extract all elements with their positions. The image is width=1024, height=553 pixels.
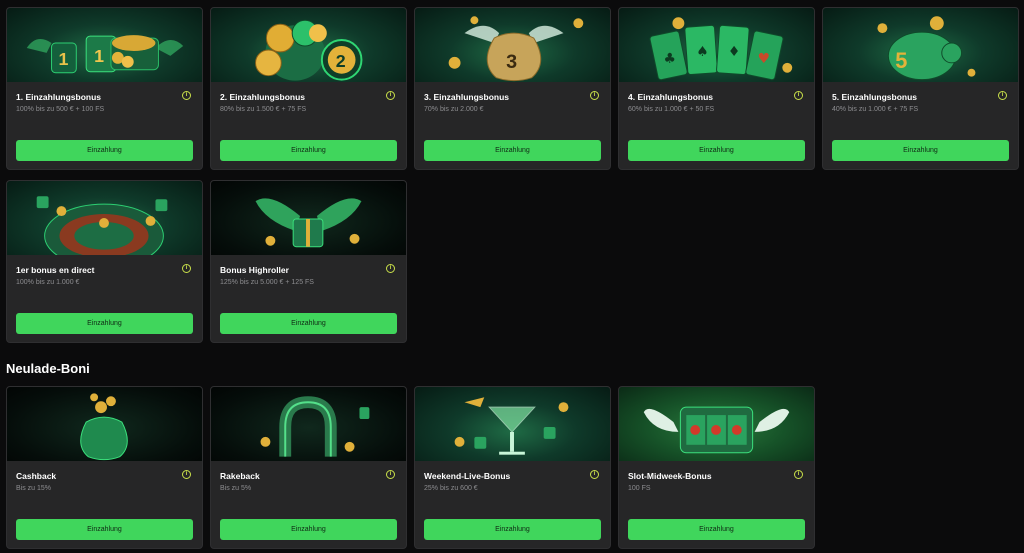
deposit-button[interactable]: Einzahlung — [220, 140, 397, 161]
svg-text:♣: ♣ — [664, 51, 676, 67]
bonus-card[interactable]: Cashback Bis zu 15% i Einzahlung — [6, 386, 203, 549]
chips-art: 2 — [211, 8, 406, 82]
bonus-card[interactable]: 5 5. Einzahlungsbonus 40% bis zu 1.000 €… — [822, 7, 1019, 170]
deposit-button[interactable]: Einzahlung — [628, 519, 805, 540]
bonus-subtitle: Bis zu 5% — [220, 485, 252, 492]
info-icon[interactable]: i — [182, 264, 191, 273]
bonus-subtitle: 60% bis zu 1.000 € + 50 FS — [628, 106, 715, 113]
bonus-subtitle: 25% bis zu 600 € — [424, 485, 478, 492]
svg-text:1: 1 — [58, 49, 68, 69]
svg-text:5: 5 — [895, 48, 907, 73]
piggy-bank-art: 5 — [823, 8, 1018, 82]
money-bag-art: 3 — [415, 8, 610, 82]
bonus-card[interactable]: Bonus Highroller 125% bis zu 5.000 € + 1… — [210, 180, 407, 343]
bonus-card[interactable]: Slot-Midweek-Bonus 100 FS i Einzahlung — [618, 386, 815, 549]
deposit-button[interactable]: Einzahlung — [424, 519, 601, 540]
roulette-art — [7, 181, 202, 255]
cards-art: ♣ ♠ ♦ ♥ — [619, 8, 814, 82]
svg-text:♦: ♦ — [728, 44, 740, 60]
info-icon[interactable]: i — [590, 91, 599, 100]
bonus-title: 3. Einzahlungsbonus — [424, 92, 510, 102]
bonus-card[interactable]: 1 1 1. Einzahlungsbonus 100% bis zu 500 … — [6, 7, 203, 170]
bonus-title: 1er bonus en direct — [16, 265, 95, 275]
section-title: Neulade-Boni — [6, 361, 90, 376]
info-icon[interactable]: i — [386, 91, 395, 100]
bonus-subtitle: 125% bis zu 5.000 € + 125 FS — [220, 279, 314, 286]
bonus-title: Bonus Highroller — [220, 265, 289, 275]
info-icon[interactable]: i — [386, 470, 395, 479]
bonus-card[interactable]: 2 2. Einzahlungsbonus 80% bis zu 1.500 €… — [210, 7, 407, 170]
cocktail-art — [415, 387, 610, 461]
welcome-bonus-row-2: 1er bonus en direct 100% bis zu 1.000 € … — [6, 180, 407, 343]
deposit-button[interactable]: Einzahlung — [628, 140, 805, 161]
svg-text:1: 1 — [94, 46, 104, 66]
bonus-subtitle: 100% bis zu 1.000 € — [16, 279, 80, 286]
bonus-card[interactable]: Rakeback Bis zu 5% i Einzahlung — [210, 386, 407, 549]
bonus-title: Slot-Midweek-Bonus — [628, 471, 712, 481]
info-icon[interactable]: i — [998, 91, 1007, 100]
bonus-title: 4. Einzahlungsbonus — [628, 92, 714, 102]
slot-machine-art — [619, 387, 814, 461]
info-icon[interactable]: i — [182, 470, 191, 479]
bonus-card[interactable]: Weekend-Live-Bonus 25% bis zu 600 € i Ei… — [414, 386, 611, 549]
deposit-button[interactable]: Einzahlung — [220, 313, 397, 334]
bonus-title: Rakeback — [220, 471, 260, 481]
horseshoe-art — [211, 387, 406, 461]
welcome-bonus-row-1: 1 1 1. Einzahlungsbonus 100% bis zu 500 … — [6, 7, 1019, 170]
bonus-title: Weekend-Live-Bonus — [424, 471, 511, 481]
bonus-subtitle: 40% bis zu 1.000 € + 75 FS — [832, 106, 919, 113]
bonus-title: 5. Einzahlungsbonus — [832, 92, 918, 102]
reload-bonus-row: Cashback Bis zu 15% i Einzahlung Rakebac… — [6, 386, 815, 549]
bonus-card[interactable]: ♣ ♠ ♦ ♥ 4. Einzahlungsbonus 60% bis zu 1… — [618, 7, 815, 170]
svg-text:♠: ♠ — [696, 44, 708, 60]
info-icon[interactable]: i — [794, 470, 803, 479]
bonus-subtitle: 100 FS — [628, 485, 651, 492]
deposit-button[interactable]: Einzahlung — [16, 313, 193, 334]
deposit-button[interactable]: Einzahlung — [832, 140, 1009, 161]
bonus-title: 1. Einzahlungsbonus — [16, 92, 102, 102]
deposit-button[interactable]: Einzahlung — [16, 140, 193, 161]
svg-text:♥: ♥ — [758, 51, 770, 67]
svg-text:3: 3 — [506, 51, 517, 73]
coin-bag-art — [7, 387, 202, 461]
info-icon[interactable]: i — [794, 91, 803, 100]
svg-text:2: 2 — [336, 51, 346, 71]
bonus-subtitle: 80% bis zu 1.500 € + 75 FS — [220, 106, 307, 113]
bonus-subtitle: 100% bis zu 500 € + 100 FS — [16, 106, 105, 113]
bonus-subtitle: Bis zu 15% — [16, 485, 52, 492]
bonus-subtitle: 70% bis zu 2.000 € — [424, 106, 484, 113]
bonus-title: 2. Einzahlungsbonus — [220, 92, 306, 102]
winged-gift-art — [211, 181, 406, 255]
bonus-title: Cashback — [16, 471, 57, 481]
info-icon[interactable]: i — [590, 470, 599, 479]
deposit-button[interactable]: Einzahlung — [16, 519, 193, 540]
bonus-card[interactable]: 1er bonus en direct 100% bis zu 1.000 € … — [6, 180, 203, 343]
deposit-button[interactable]: Einzahlung — [424, 140, 601, 161]
bonus-card[interactable]: 3 3. Einzahlungsbonus 70% bis zu 2.000 €… — [414, 7, 611, 170]
chest-art: 1 1 — [7, 8, 202, 82]
deposit-button[interactable]: Einzahlung — [220, 519, 397, 540]
info-icon[interactable]: i — [182, 91, 191, 100]
info-icon[interactable]: i — [386, 264, 395, 273]
